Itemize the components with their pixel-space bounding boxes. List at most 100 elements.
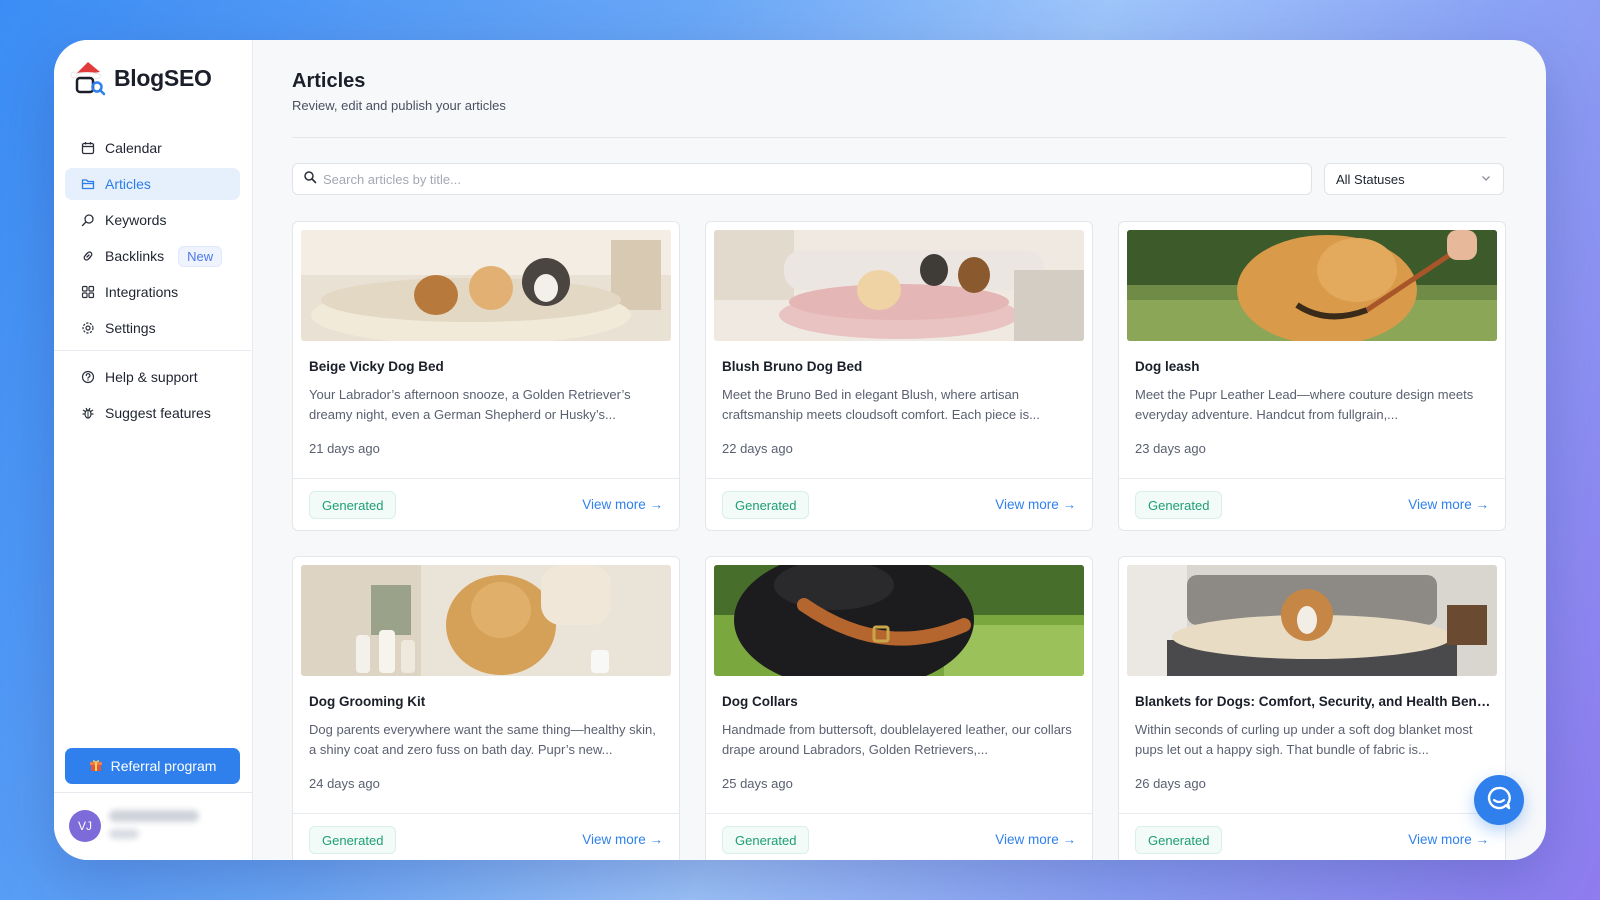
header-divider (292, 137, 1506, 138)
article-title[interactable]: Beige Vicky Dog Bed (309, 359, 665, 374)
sidebar-item-calendar[interactable]: Calendar (65, 132, 240, 164)
view-more-link[interactable]: View more → (1408, 832, 1489, 847)
article-date: 23 days ago (1135, 441, 1206, 456)
card-divider (1119, 478, 1505, 479)
article-card[interactable]: Dog Grooming Kit Dog parents everywhere … (292, 556, 680, 860)
sidebar-item-backlinks[interactable]: Backlinks New (65, 240, 240, 272)
view-more-link[interactable]: View more → (582, 497, 663, 512)
sidebar-item-label: Backlinks (105, 248, 165, 264)
status-badge: Generated (722, 491, 810, 519)
status-badge: Generated (1135, 491, 1223, 519)
article-excerpt: Dog parents everywhere want the same thi… (309, 722, 656, 757)
page-title: Articles (292, 70, 366, 92)
sidebar-item-label: Suggest features (105, 405, 211, 421)
search-bar (292, 163, 1312, 195)
search-input[interactable] (323, 171, 1283, 187)
sidebar-item-label: Articles (105, 176, 151, 192)
article-thumbnail[interactable] (1127, 230, 1497, 341)
folder-icon (81, 177, 95, 191)
logo[interactable]: BlogSEO (68, 58, 212, 98)
article-card[interactable]: Blankets for Dogs: Comfort, Security, an… (1118, 556, 1506, 860)
gift-icon (89, 758, 103, 775)
view-more-link[interactable]: View more → (995, 832, 1076, 847)
referral-button[interactable]: Referral program (65, 748, 240, 784)
article-date: 22 days ago (722, 441, 793, 456)
chat-support-button[interactable] (1474, 775, 1524, 825)
article-thumbnail[interactable] (301, 565, 671, 676)
status-badge: Generated (309, 491, 397, 519)
gear-icon (81, 321, 95, 335)
nav-divider (54, 350, 251, 351)
user-name-redacted (109, 810, 199, 822)
sidebar-item-integrations[interactable]: Integrations (65, 276, 240, 308)
article-title[interactable]: Blankets for Dogs: Comfort, Security, an… (1135, 694, 1491, 709)
article-date: 21 days ago (309, 441, 380, 456)
search-icon (303, 170, 317, 189)
sidebar-nav: Calendar Articles Keywords Backlinks New… (54, 132, 251, 433)
referral-label: Referral program (110, 758, 217, 774)
article-card[interactable]: Beige Vicky Dog Bed Your Labrador’s afte… (292, 221, 680, 531)
card-divider (1119, 813, 1505, 814)
status-badge: Generated (309, 826, 397, 854)
article-date: 25 days ago (722, 776, 793, 791)
main-content: Articles Review, edit and publish your a… (253, 40, 1546, 860)
status-filter-select[interactable]: All Statuses (1324, 163, 1504, 195)
sidebar-item-suggest[interactable]: Suggest features (65, 397, 240, 429)
bug-icon (81, 406, 95, 420)
link-icon (81, 249, 95, 263)
app-window: BlogSEO Calendar Articles Keywords Backl… (54, 40, 1546, 860)
new-badge: New (178, 245, 223, 267)
user-email-redacted (109, 829, 139, 839)
sidebar-footer-divider (54, 792, 253, 793)
search-icon (81, 213, 95, 227)
chat-icon (1485, 784, 1513, 817)
article-title[interactable]: Dog leash (1135, 359, 1491, 374)
sidebar-item-settings[interactable]: Settings (65, 312, 240, 344)
article-excerpt: Your Labrador’s afternoon snooze, a Gold… (309, 387, 631, 422)
article-excerpt: Handmade from buttersoft, doublelayered … (722, 722, 1072, 757)
article-thumbnail[interactable] (714, 565, 1084, 676)
article-excerpt: Meet the Bruno Bed in elegant Blush, whe… (722, 387, 1040, 422)
status-badge: Generated (1135, 826, 1223, 854)
sidebar-item-label: Calendar (105, 140, 162, 156)
status-badge: Generated (722, 826, 810, 854)
view-more-link[interactable]: View more → (1408, 497, 1489, 512)
article-thumbnail[interactable] (714, 230, 1084, 341)
card-divider (706, 813, 1092, 814)
article-card[interactable]: Blush Bruno Dog Bed Meet the Bruno Bed i… (705, 221, 1093, 531)
card-divider (706, 478, 1092, 479)
article-title[interactable]: Blush Bruno Dog Bed (722, 359, 1078, 374)
sidebar-item-label: Settings (105, 320, 156, 336)
article-date: 26 days ago (1135, 776, 1206, 791)
grid-icon (81, 285, 95, 299)
logo-icon (68, 58, 108, 98)
card-divider (293, 478, 679, 479)
article-card[interactable]: Dog Collars Handmade from buttersoft, do… (705, 556, 1093, 860)
status-filter-value: All Statuses (1336, 171, 1405, 187)
sidebar: BlogSEO Calendar Articles Keywords Backl… (54, 40, 253, 860)
articles-grid: Beige Vicky Dog Bed Your Labrador’s afte… (292, 221, 1506, 860)
avatar[interactable]: VJ (69, 810, 101, 842)
article-thumbnail[interactable] (1127, 565, 1497, 676)
sidebar-item-label: Help & support (105, 369, 198, 385)
article-excerpt: Meet the Pupr Leather Lead—where couture… (1135, 387, 1474, 422)
sidebar-item-articles[interactable]: Articles (65, 168, 240, 200)
article-excerpt: Within seconds of curling up under a sof… (1135, 722, 1473, 757)
article-date: 24 days ago (309, 776, 380, 791)
view-more-link[interactable]: View more → (995, 497, 1076, 512)
card-divider (293, 813, 679, 814)
article-title[interactable]: Dog Collars (722, 694, 1078, 709)
page-subtitle: Review, edit and publish your articles (292, 98, 506, 113)
article-title[interactable]: Dog Grooming Kit (309, 694, 665, 709)
sidebar-item-label: Integrations (105, 284, 179, 300)
article-thumbnail[interactable] (301, 230, 671, 341)
app-name: BlogSEO (114, 64, 212, 91)
view-more-link[interactable]: View more → (582, 832, 663, 847)
sidebar-item-help[interactable]: Help & support (65, 361, 240, 393)
calendar-icon (81, 141, 95, 155)
sidebar-item-keywords[interactable]: Keywords (65, 204, 240, 236)
article-card[interactable]: Dog leash Meet the Pupr Leather Lead—whe… (1118, 221, 1506, 531)
help-icon (81, 370, 95, 384)
chevron-down-icon (1480, 172, 1492, 187)
sidebar-item-label: Keywords (105, 212, 167, 228)
